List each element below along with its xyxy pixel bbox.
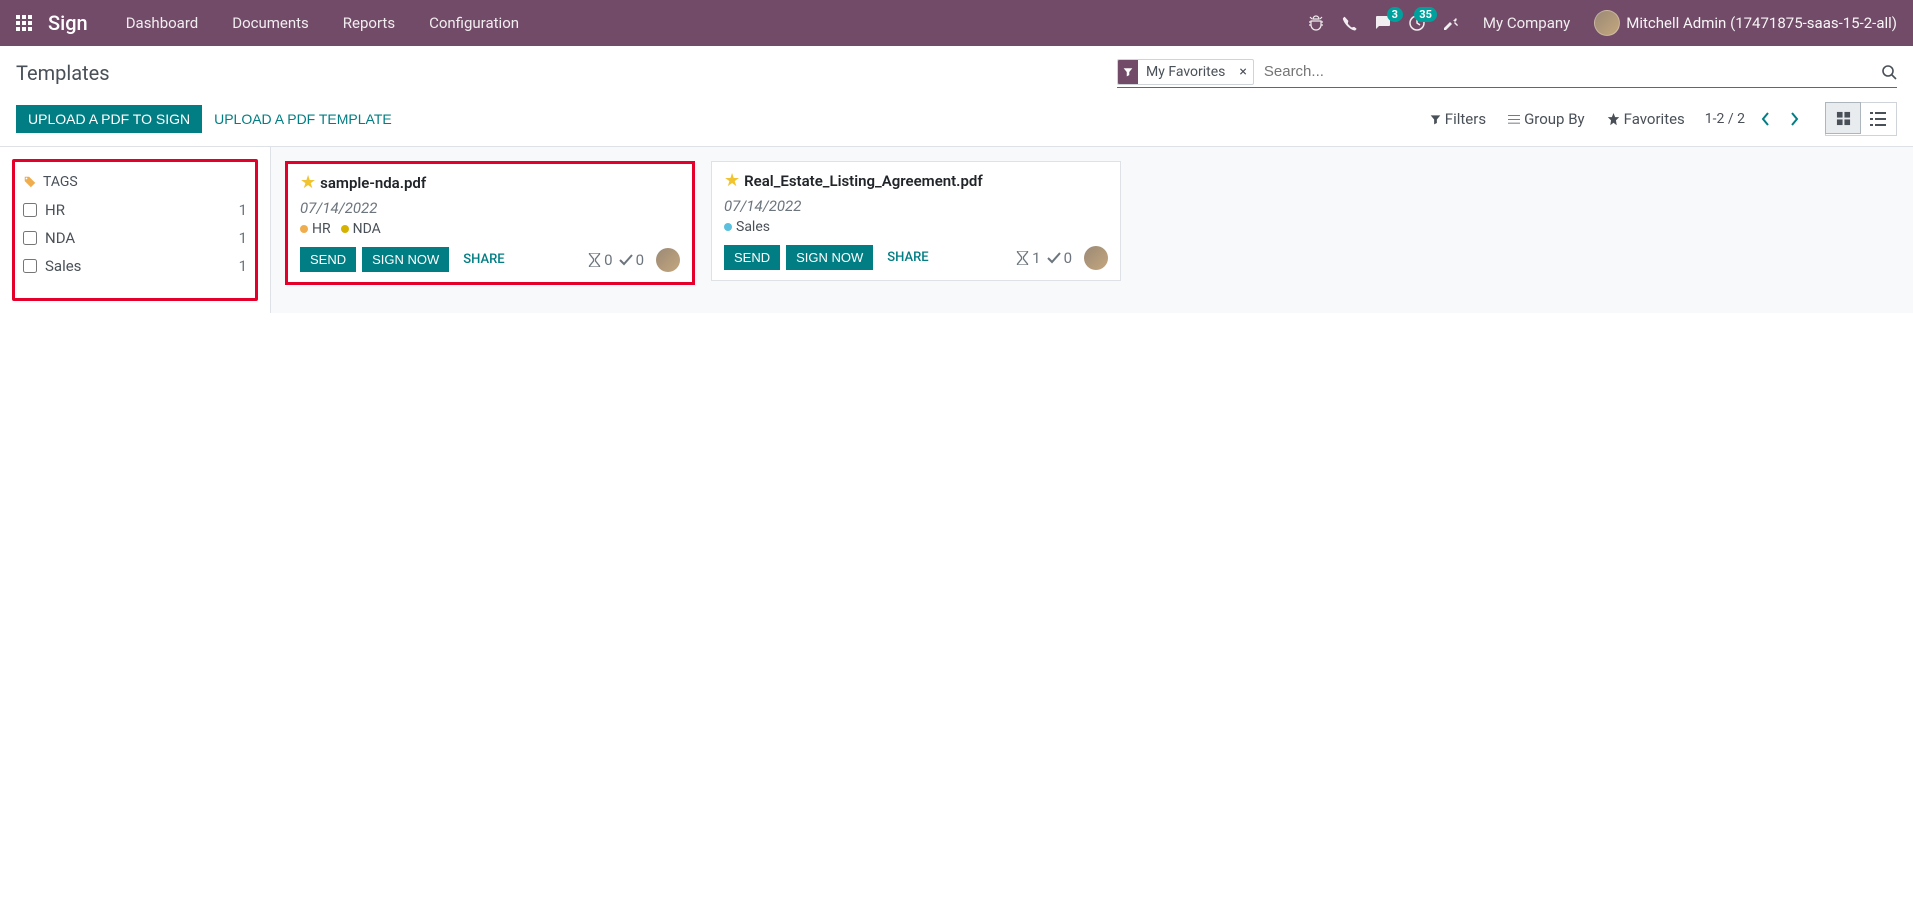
pending-count: 0 xyxy=(588,251,612,269)
tag-icon xyxy=(23,175,37,189)
messages-badge: 3 xyxy=(1387,7,1403,22)
view-switcher xyxy=(1825,102,1897,136)
hourglass-icon xyxy=(1016,251,1029,265)
share-link[interactable]: SHARE xyxy=(879,245,936,270)
send-button[interactable]: SEND xyxy=(724,245,780,270)
check-icon xyxy=(1047,252,1061,264)
filters-dropdown[interactable]: Filters xyxy=(1430,110,1486,128)
card-tags: Sales xyxy=(724,219,1108,235)
template-card[interactable]: ★ sample-nda.pdf 07/14/2022 HR NDA SEND S… xyxy=(285,161,695,285)
control-panel: Templates My Favorites × Upload a PDF to… xyxy=(0,46,1913,147)
user-name: Mitchell Admin (17471875-saas-15-2-all) xyxy=(1626,14,1897,32)
search-bar[interactable]: My Favorites × xyxy=(1117,59,1897,88)
responsible-avatar[interactable] xyxy=(1084,246,1108,270)
search-icon[interactable] xyxy=(1881,64,1897,80)
tags-panel: TAGS HR 1 NDA 1 Sales 1 xyxy=(12,159,258,301)
card-title: Real_Estate_Listing_Agreement.pdf xyxy=(744,172,983,190)
facet-label: My Favorites xyxy=(1138,62,1233,82)
group-by-dropdown[interactable]: Group By xyxy=(1508,110,1585,128)
list-icon xyxy=(1508,113,1520,125)
top-navbar: Sign Dashboard Documents Reports Configu… xyxy=(0,0,1913,46)
favorites-dropdown[interactable]: Favorites xyxy=(1607,110,1685,128)
nav-dashboard[interactable]: Dashboard xyxy=(112,6,213,40)
responsible-avatar[interactable] xyxy=(656,248,680,272)
sidebar: TAGS HR 1 NDA 1 Sales 1 xyxy=(0,147,270,313)
tags-header[interactable]: TAGS xyxy=(23,168,247,196)
user-menu[interactable]: Mitchell Admin (17471875-saas-15-2-all) xyxy=(1594,10,1897,36)
systray: 3 35 My Company Mitchell Admin (17471875… xyxy=(1308,10,1905,36)
favorite-star-icon[interactable]: ★ xyxy=(724,170,740,191)
filter-icon xyxy=(1118,60,1138,84)
card-tags: HR NDA xyxy=(300,221,680,237)
page-title: Templates xyxy=(16,61,110,85)
sign-now-button[interactable]: SIGN NOW xyxy=(362,247,449,272)
tag-checkbox[interactable] xyxy=(23,231,37,245)
kanban-view: ★ sample-nda.pdf 07/14/2022 HR NDA SEND S… xyxy=(270,147,1913,313)
search-facet: My Favorites × xyxy=(1117,59,1254,85)
pager-next[interactable] xyxy=(1783,108,1805,130)
tag-count: 1 xyxy=(239,229,247,247)
tag-label: Sales xyxy=(45,257,81,275)
facet-remove[interactable]: × xyxy=(1233,64,1252,80)
card-tag: Sales xyxy=(724,219,770,235)
pager-text[interactable]: 1-2 / 2 xyxy=(1705,111,1745,127)
upload-pdf-sign-button[interactable]: Upload a PDF to Sign xyxy=(16,105,202,133)
upload-pdf-template-button[interactable]: Upload a PDF Template xyxy=(202,105,404,133)
send-button[interactable]: SEND xyxy=(300,247,356,272)
card-title: sample-nda.pdf xyxy=(320,174,426,192)
check-icon xyxy=(619,254,633,266)
search-input[interactable] xyxy=(1260,61,1881,82)
messages-icon[interactable]: 3 xyxy=(1375,15,1391,31)
activities-icon[interactable]: 35 xyxy=(1409,15,1425,31)
nav-menu: Dashboard Documents Reports Configuratio… xyxy=(112,6,533,40)
template-card[interactable]: ★ Real_Estate_Listing_Agreement.pdf 07/1… xyxy=(711,161,1121,281)
debug-icon[interactable] xyxy=(1308,15,1324,31)
phone-icon[interactable] xyxy=(1342,16,1357,31)
pending-count: 1 xyxy=(1016,249,1040,267)
apps-menu-icon[interactable] xyxy=(8,7,40,39)
star-icon xyxy=(1607,113,1620,126)
tag-count: 1 xyxy=(239,257,247,275)
list-view-button[interactable] xyxy=(1860,103,1896,135)
card-tag: HR xyxy=(300,221,331,237)
tag-checkbox[interactable] xyxy=(23,259,37,273)
card-tag: NDA xyxy=(341,221,381,237)
tag-row[interactable]: NDA 1 xyxy=(23,224,247,252)
user-avatar-icon xyxy=(1594,10,1620,36)
funnel-icon xyxy=(1430,114,1441,125)
nav-configuration[interactable]: Configuration xyxy=(415,6,533,40)
tag-row[interactable]: Sales 1 xyxy=(23,252,247,280)
tag-label: NDA xyxy=(45,229,75,247)
tag-row[interactable]: HR 1 xyxy=(23,196,247,224)
kanban-view-button[interactable] xyxy=(1825,102,1861,134)
activities-badge: 35 xyxy=(1414,7,1437,22)
signed-count: 0 xyxy=(1047,249,1072,267)
tag-label: HR xyxy=(45,201,65,219)
company-selector[interactable]: My Company xyxy=(1477,14,1576,32)
sign-now-button[interactable]: SIGN NOW xyxy=(786,245,873,270)
signed-count: 0 xyxy=(619,251,644,269)
favorite-star-icon[interactable]: ★ xyxy=(300,172,316,193)
nav-documents[interactable]: Documents xyxy=(218,6,323,40)
card-date: 07/14/2022 xyxy=(724,197,1108,215)
tools-icon[interactable] xyxy=(1443,15,1459,31)
tag-checkbox[interactable] xyxy=(23,203,37,217)
tag-count: 1 xyxy=(239,201,247,219)
tags-header-label: TAGS xyxy=(43,174,78,190)
nav-reports[interactable]: Reports xyxy=(329,6,409,40)
pager: 1-2 / 2 xyxy=(1705,108,1805,130)
card-date: 07/14/2022 xyxy=(300,199,680,217)
share-link[interactable]: SHARE xyxy=(455,247,512,272)
pager-prev[interactable] xyxy=(1755,108,1777,130)
hourglass-icon xyxy=(588,253,601,267)
app-brand[interactable]: Sign xyxy=(48,11,88,35)
